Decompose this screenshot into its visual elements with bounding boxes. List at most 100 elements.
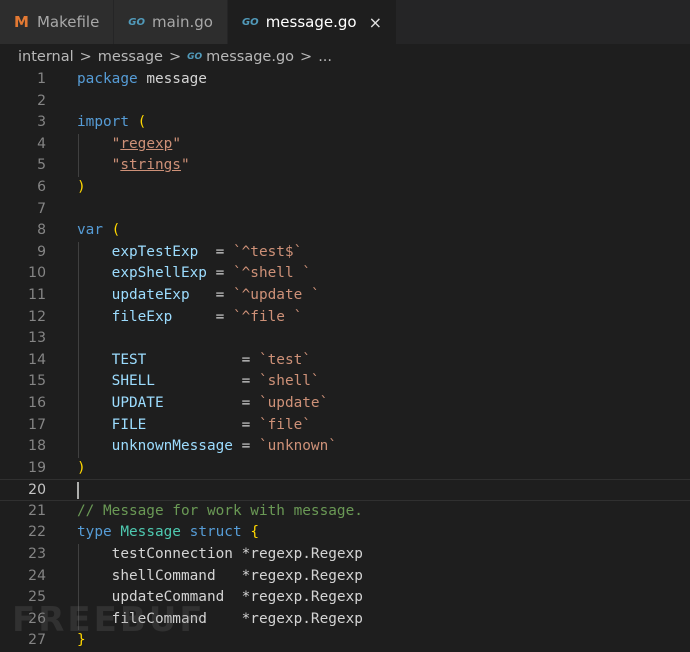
code-token: `^update `: [232, 286, 320, 303]
code-line[interactable]: 10 expShellExp = `^shell `: [0, 263, 690, 285]
line-content: expShellExp = `^shell `: [77, 263, 311, 285]
line-content: UPDATE = `update`: [77, 393, 329, 415]
tab-main-go[interactable]: GO main.go: [114, 0, 228, 44]
code-line[interactable]: 5 "strings": [0, 155, 690, 177]
code-line[interactable]: 24 shellCommand *regexp.Regexp: [0, 565, 690, 588]
breadcrumb: internal > message > GO message.go > ...: [0, 44, 690, 70]
line-number: 18: [28, 438, 46, 455]
tab-label: Makefile: [36, 13, 100, 31]
tab-bar: M Makefile GO main.go GO message.go ×: [0, 0, 690, 44]
code-line[interactable]: 1 package message: [0, 69, 690, 91]
code-token: strings: [120, 157, 181, 174]
code-token: shellCommand *regexp.Regexp: [77, 567, 363, 584]
code-line[interactable]: 2: [0, 91, 690, 113]
close-icon[interactable]: ×: [369, 13, 382, 32]
code-token: fileExp: [111, 308, 173, 325]
code-token: var: [77, 222, 103, 239]
tab-message-go[interactable]: GO message.go ×: [227, 0, 397, 44]
code-token: unknownMessage: [111, 438, 233, 455]
tab-label: message.go: [265, 13, 357, 31]
code-token: Message: [120, 524, 181, 541]
code-token: SHELL: [111, 373, 155, 390]
code-editor: M Makefile GO main.go GO message.go × in…: [0, 0, 690, 652]
code-token: struct: [189, 524, 242, 541]
go-file-icon: GO: [241, 16, 259, 28]
code-token: `update`: [258, 394, 329, 411]
line-number: 23: [28, 546, 46, 563]
code-token: =: [198, 243, 233, 260]
chevron-right-icon: >: [168, 49, 182, 65]
line-number: 5: [37, 157, 46, 174]
breadcrumb-symbols[interactable]: ...: [318, 49, 332, 65]
line-number: 8: [37, 222, 46, 239]
line-content: // Message for work with message.: [77, 501, 363, 523]
text-cursor: [77, 482, 79, 500]
code-line[interactable]: 18 unknownMessage = `unknown`: [0, 436, 690, 458]
code-token: ): [77, 459, 86, 476]
line-number: 21: [28, 502, 46, 519]
breadcrumb-folder-message[interactable]: message: [98, 49, 163, 65]
code-line[interactable]: 3 import (: [0, 112, 690, 134]
code-token: =: [146, 416, 259, 433]
line-content: FILE = `file`: [77, 415, 311, 437]
code-line[interactable]: 17 FILE = `file`: [0, 414, 690, 437]
code-token: =: [146, 351, 259, 368]
breadcrumb-folder-internal[interactable]: internal: [18, 49, 74, 65]
code-line[interactable]: 9 expTestExp = `^test$`: [0, 241, 690, 264]
code-line[interactable]: 23 testConnection *regexp.Regexp: [0, 544, 690, 566]
breadcrumb-file[interactable]: message.go: [206, 49, 294, 65]
line-content: var (: [77, 220, 120, 242]
line-number: 10: [28, 265, 46, 282]
code-area[interactable]: 1 package message 2 3 import (4 "regexp" 5 "s…: [0, 69, 690, 652]
code-line[interactable]: 20: [0, 479, 690, 501]
line-number: 13: [28, 330, 46, 347]
code-token: `test`: [258, 351, 311, 368]
line-number: 9: [37, 243, 46, 260]
code-line[interactable]: 19): [0, 458, 690, 480]
code-token: ": [180, 157, 190, 174]
line-content: expTestExp = `^test$`: [77, 242, 303, 264]
tab-makefile[interactable]: M Makefile: [0, 0, 115, 44]
code-token: ": [172, 135, 181, 152]
code-token: TEST: [111, 351, 147, 368]
code-line[interactable]: 11 updateExp = `^update `: [0, 284, 690, 307]
line-content: shellCommand *regexp.Regexp: [77, 566, 363, 588]
code-line[interactable]: 12 fileExp = `^file `: [0, 306, 690, 329]
code-line[interactable]: 6): [0, 177, 690, 199]
line-number: 1: [37, 71, 46, 87]
code-token: expTestExp: [111, 243, 199, 260]
code-token: message: [137, 71, 207, 87]
code-token: testConnection *regexp.Regexp: [77, 546, 363, 563]
line-number: 16: [28, 394, 46, 411]
code-token: =: [172, 308, 233, 325]
code-line[interactable]: 14 TEST = `test`: [0, 349, 690, 372]
code-line[interactable]: 16 UPDATE = `update`: [0, 392, 690, 415]
line-content: ): [77, 458, 86, 480]
code-token: expShellExp: [111, 265, 207, 282]
code-token: `^test$`: [232, 243, 303, 260]
code-token: {: [250, 524, 259, 541]
code-line[interactable]: 21 // Message for work with message.: [0, 501, 690, 523]
code-line[interactable]: 13: [0, 328, 690, 350]
code-token: =: [163, 394, 259, 411]
code-line[interactable]: 4 "regexp": [0, 133, 690, 156]
line-content: package message: [77, 69, 207, 91]
line-content: testConnection *regexp.Regexp: [77, 544, 363, 566]
code-token: ): [77, 178, 86, 195]
line-content: ): [77, 177, 86, 199]
code-line[interactable]: 22 type Message struct {: [0, 522, 690, 544]
code-line[interactable]: 8 var (: [0, 220, 690, 242]
code-line[interactable]: 15 SHELL = `shell`: [0, 371, 690, 393]
code-token: `^shell `: [232, 265, 311, 282]
line-content: TEST = `test`: [77, 350, 311, 372]
code-line[interactable]: 7: [0, 199, 690, 221]
